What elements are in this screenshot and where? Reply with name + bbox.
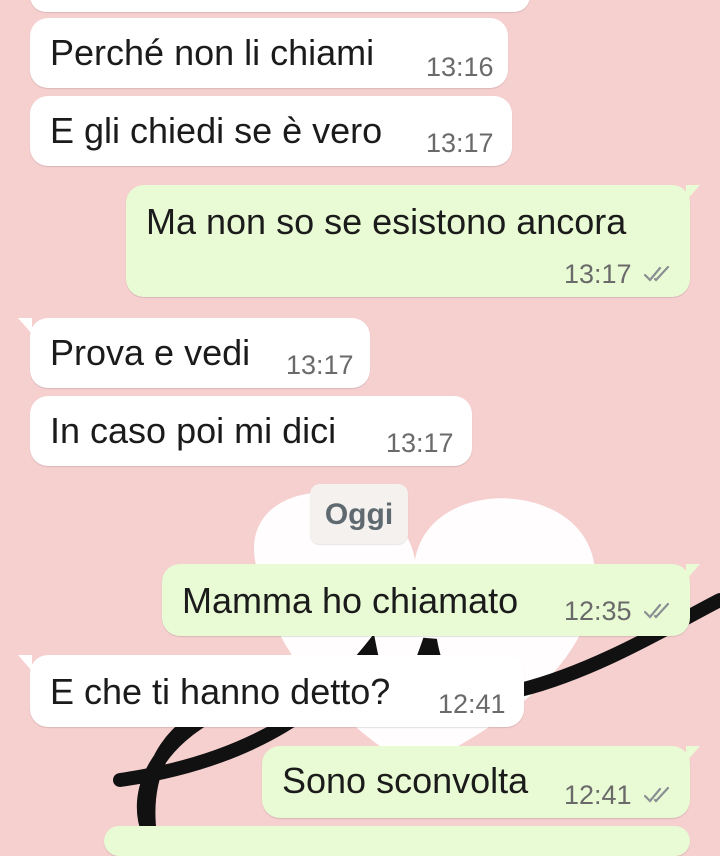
message-text: Prova e vedi [50, 332, 251, 373]
date-divider: Oggi [310, 484, 408, 544]
message-time: 13:17 [426, 128, 494, 158]
message-time: 13:17 [286, 350, 354, 380]
message-text: In caso poi mi dici [50, 410, 337, 451]
message-text: Sono sconvolta [282, 760, 529, 801]
message-time: 12:35 [564, 596, 632, 626]
message-bubble-incoming[interactable]: E gli chiedi se è vero 13:17 [30, 96, 512, 166]
bubble-tail [686, 185, 700, 201]
message-time: 13:17 [386, 428, 454, 458]
message-time: 13:17 [564, 259, 632, 289]
message-text: Mamma ho chiamato [182, 580, 519, 621]
message-bubble-incoming[interactable]: Perché non li chiami 13:16 [30, 18, 508, 88]
bubble-tail [686, 564, 700, 580]
double-check-read-icon [644, 786, 670, 803]
message-bubble-incoming[interactable]: In caso poi mi dici 13:17 [30, 396, 472, 466]
message-time: 12:41 [564, 780, 632, 810]
message-bubble-incoming[interactable]: E che ti hanno detto? 12:41 [30, 655, 524, 727]
message-time: 12:41 [438, 689, 506, 719]
message-text: E gli chiedi se è vero [50, 110, 383, 151]
message-text: Perché non li chiami [50, 32, 375, 73]
double-check-read-icon [644, 602, 670, 619]
message-bubble-outgoing[interactable]: Mamma ho chiamato 12:35 [162, 564, 690, 636]
message-bubble-partial[interactable] [104, 826, 690, 856]
message-bubble-incoming[interactable]: Prova e vedi 13:17 [30, 318, 370, 388]
message-bubble-outgoing[interactable]: Ma non so se esistono ancora 13:17 [126, 185, 690, 297]
message-bubble-partial[interactable] [30, 0, 530, 12]
date-divider-label: Oggi [324, 498, 394, 531]
message-text: E che ti hanno detto? [50, 671, 391, 712]
message-bubble-outgoing[interactable]: Sono sconvolta 12:41 [262, 746, 690, 818]
message-time: 13:16 [426, 52, 494, 82]
bubble-tail [686, 746, 700, 762]
double-check-read-icon [644, 265, 670, 282]
message-text: Ma non so se esistono ancora [146, 201, 627, 242]
